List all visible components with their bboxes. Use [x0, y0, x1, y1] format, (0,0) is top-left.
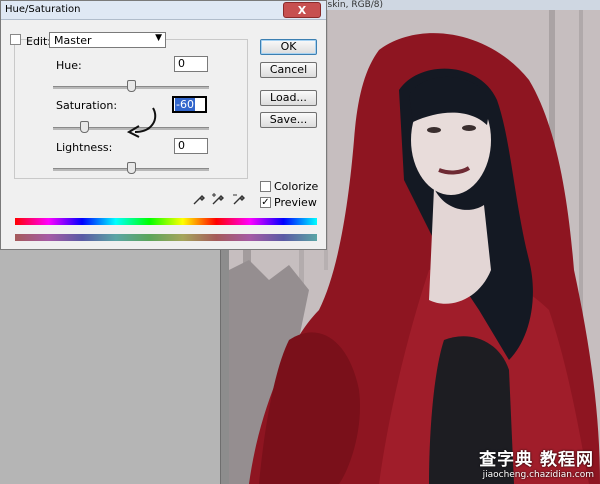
hue-label: Hue:	[56, 59, 82, 72]
cancel-button[interactable]: Cancel	[260, 62, 317, 78]
lightness-slider-thumb[interactable]	[127, 162, 136, 174]
save-button[interactable]: Save...	[260, 112, 317, 128]
edit-label: Edit:	[26, 35, 52, 48]
dialog-title: Hue/Saturation	[5, 4, 81, 15]
hue-slider-thumb[interactable]	[127, 80, 136, 92]
close-button[interactable]: X	[283, 2, 321, 18]
workspace-panel	[0, 250, 220, 484]
watermark-title: 查字典 教程网	[479, 450, 594, 470]
lightness-label: Lightness:	[56, 141, 113, 154]
eyedropper-icon[interactable]	[192, 192, 206, 206]
hue-saturation-dialog: Hue/Saturation X Edit: Master ▼ Hue: 0 S…	[0, 0, 327, 250]
dialog-titlebar[interactable]: Hue/Saturation X	[1, 1, 326, 20]
saturation-slider-thumb[interactable]	[80, 121, 90, 133]
document-title-bar: (skin, RGB/8)	[320, 0, 600, 10]
saturation-label: Saturation:	[56, 99, 118, 112]
eyedropper-minus-icon[interactable]	[232, 192, 246, 206]
colorize-checkbox[interactable]	[260, 181, 271, 192]
lightness-input[interactable]: 0	[174, 138, 208, 154]
group-checkbox[interactable]	[10, 34, 21, 45]
chevron-down-icon: ▼	[155, 33, 162, 43]
curved-arrow-annotation	[126, 107, 157, 138]
saturation-input[interactable]: -60	[172, 96, 207, 113]
document-title: (skin, RGB/8)	[324, 0, 384, 10]
edit-dropdown-value: Master	[54, 34, 92, 47]
eyedropper-plus-icon[interactable]	[211, 192, 225, 206]
watermark: 查字典 教程网 jiaocheng.chazidian.com	[479, 445, 594, 480]
preview-checkbox[interactable]: ✓	[260, 197, 271, 208]
output-color-spectrum	[15, 234, 317, 241]
hue-input[interactable]: 0	[174, 56, 208, 72]
edit-dropdown[interactable]: Master ▼	[49, 32, 166, 48]
colorize-label: Colorize	[274, 180, 319, 193]
ok-button[interactable]: OK	[260, 39, 317, 55]
watermark-url: jiaocheng.chazidian.com	[482, 470, 594, 480]
saturation-value: -60	[175, 98, 195, 111]
load-button[interactable]: Load...	[260, 90, 317, 106]
input-color-spectrum	[15, 218, 317, 225]
preview-label: Preview	[274, 196, 317, 209]
